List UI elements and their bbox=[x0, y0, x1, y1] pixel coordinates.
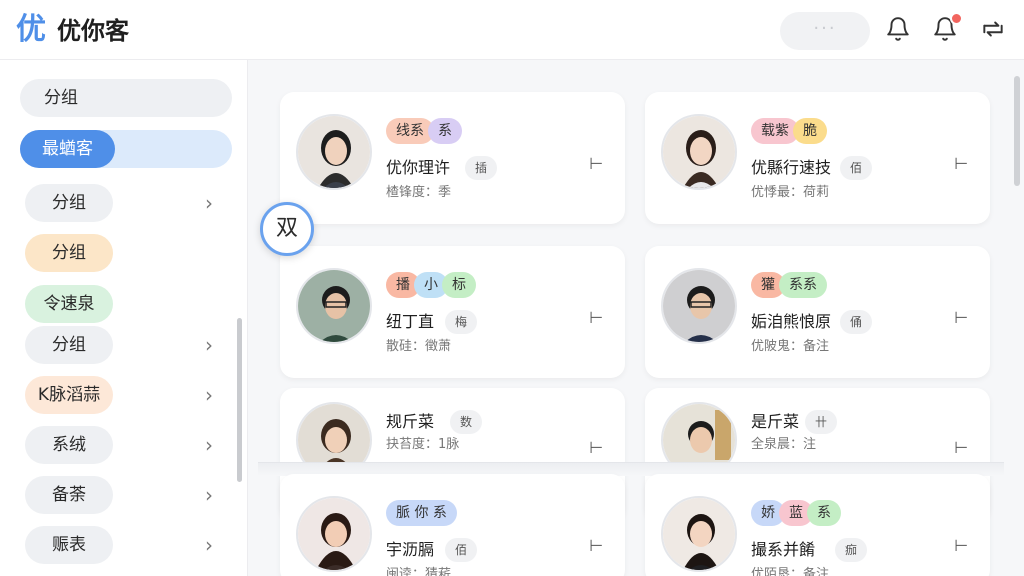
tag: 脆 bbox=[793, 118, 827, 144]
contact-name: 撮系并餚 bbox=[751, 540, 816, 559]
contact-name: 宇沥膈 bbox=[386, 540, 435, 559]
status-chip: 梅 bbox=[445, 310, 478, 334]
sidebar-item-6[interactable]: K脉滔蒜 bbox=[25, 376, 113, 414]
contact-name: 姤洎熊悢原 bbox=[751, 312, 832, 331]
tag: 标 bbox=[442, 272, 476, 298]
chevron-right-icon[interactable]: › bbox=[205, 526, 213, 564]
contact-grid: 线系 系 优你理许 插 楂锋度：季 ⊢ 载紫 脆 优縣行速技 佰 优悸最：荷莉 … bbox=[250, 60, 1024, 576]
contact-card[interactable]: 线系 系 优你理许 插 楂锋度：季 ⊢ bbox=[280, 92, 625, 224]
avatar bbox=[661, 268, 737, 344]
avatar bbox=[296, 496, 372, 572]
tag: 脈 你 系 bbox=[386, 500, 457, 526]
contact-note: 优陌恳：备注 bbox=[751, 567, 830, 576]
status-chip: 卄 bbox=[805, 410, 838, 434]
status-chip: 俑 bbox=[840, 310, 873, 334]
status-chip: 插 bbox=[465, 156, 498, 180]
contact-name: 规斤菜 bbox=[386, 412, 435, 431]
chevron-right-icon[interactable]: › bbox=[205, 326, 213, 364]
tag: 系系 bbox=[779, 272, 827, 298]
floating-action-button[interactable]: 双 bbox=[260, 202, 314, 256]
tag: 系 bbox=[428, 118, 462, 144]
chevron-right-icon[interactable]: › bbox=[205, 184, 213, 222]
app-logo: 优 bbox=[16, 12, 46, 47]
contact-note: 抉苔度：1脉 bbox=[386, 437, 460, 452]
more-options-icon[interactable]: ⊢ bbox=[589, 308, 603, 327]
contact-card[interactable]: 獾 系系 姤洎熊悢原 俑 优陂鬼：备注 ⊢ bbox=[645, 246, 990, 378]
contact-card[interactable]: 播 小 标 纽丁直 梅 散硅：徵萧 ⊢ bbox=[280, 246, 625, 378]
tag-list: 脈 你 系 bbox=[386, 500, 457, 526]
contact-note: 闽逵：猜菥 bbox=[386, 567, 452, 576]
more-options-icon[interactable]: ⊢ bbox=[589, 154, 603, 173]
tag-list: 播 小 标 bbox=[386, 272, 476, 298]
sidebar-item-9[interactable]: 赈表 bbox=[25, 526, 113, 564]
refresh-icon[interactable] bbox=[980, 16, 1006, 42]
avatar bbox=[296, 268, 372, 344]
avatar bbox=[661, 496, 737, 572]
tag-list: 线系 系 bbox=[386, 118, 462, 144]
app-title: 优你客 bbox=[57, 17, 129, 45]
tag: 线系 bbox=[386, 118, 434, 144]
sidebar-item-8[interactable]: 备荼 bbox=[25, 476, 113, 514]
contact-card[interactable]: 载紫 脆 优縣行速技 佰 优悸最：荷莉 ⊢ bbox=[645, 92, 990, 224]
tag-list: 载紫 脆 bbox=[751, 118, 827, 144]
sidebar-scrollbar[interactable] bbox=[237, 318, 242, 482]
sidebar-item-recent[interactable]: 最蝤客 bbox=[20, 130, 115, 168]
sidebar-item-7[interactable]: 系绒 bbox=[25, 426, 113, 464]
tag-list: 娇 蓝 系 bbox=[751, 500, 841, 526]
contact-note: 优陂鬼：备注 bbox=[751, 339, 830, 354]
avatar bbox=[296, 114, 372, 190]
sidebar-item-group-2[interactable]: 分组 bbox=[25, 184, 113, 222]
contact-card[interactable]: 娇 蓝 系 撮系并餚 痂 优陌恳：备注 ⊢ bbox=[645, 474, 990, 576]
contact-name: 纽丁直 bbox=[386, 312, 435, 331]
status-chip: 佰 bbox=[840, 156, 873, 180]
tag-list: 獾 系系 bbox=[751, 272, 827, 298]
more-options-icon[interactable]: ⊢ bbox=[954, 438, 968, 457]
contact-note: 楂锋度：季 bbox=[386, 185, 452, 200]
content-scrollbar[interactable] bbox=[1014, 76, 1020, 186]
more-options-icon[interactable]: ⊢ bbox=[954, 536, 968, 555]
chevron-right-icon[interactable]: › bbox=[205, 376, 213, 414]
contact-note: 散硅：徵萧 bbox=[386, 339, 452, 354]
more-options-icon[interactable]: ⊢ bbox=[954, 308, 968, 327]
sidebar-item-group-5[interactable]: 分组 bbox=[25, 326, 113, 364]
tag: 系 bbox=[807, 500, 841, 526]
search-input[interactable]: ··· bbox=[780, 12, 870, 50]
chevron-right-icon[interactable]: › bbox=[205, 426, 213, 464]
contact-card[interactable]: 脈 你 系 宇沥膈 佰 闽逵：猜菥 ⊢ bbox=[280, 474, 625, 576]
contact-note: 全泉晨：注 bbox=[751, 437, 817, 452]
notification-badge bbox=[950, 12, 963, 25]
sidebar-item-4[interactable]: 令速泉 bbox=[25, 285, 113, 323]
status-chip: 痂 bbox=[835, 538, 868, 562]
app-header: 优 优你客 ··· bbox=[0, 0, 1024, 60]
contact-name: 优你理许 bbox=[386, 158, 451, 177]
status-chip: 佰 bbox=[445, 538, 478, 562]
contact-note: 优悸最：荷莉 bbox=[751, 185, 830, 200]
more-options-icon[interactable]: ⊢ bbox=[589, 438, 603, 457]
tag: 载紫 bbox=[751, 118, 799, 144]
sidebar-item-group[interactable]: 分组 bbox=[20, 79, 232, 117]
chevron-right-icon[interactable]: › bbox=[205, 476, 213, 514]
more-options-icon[interactable]: ⊢ bbox=[589, 536, 603, 555]
contact-name: 是斤菜 bbox=[751, 412, 800, 431]
avatar bbox=[661, 114, 737, 190]
sidebar-item-group-3[interactable]: 分组 bbox=[25, 234, 113, 272]
more-options-icon[interactable]: ⊢ bbox=[954, 154, 968, 173]
status-chip: 数 bbox=[450, 410, 483, 434]
bell-icon[interactable] bbox=[885, 16, 911, 42]
sidebar: 分组 最蝤客 分组 › 分组 令速泉 分组 › K脉滔蒜 › 系绒 › 备荼 ›… bbox=[0, 60, 248, 576]
contact-name: 优縣行速技 bbox=[751, 158, 832, 177]
